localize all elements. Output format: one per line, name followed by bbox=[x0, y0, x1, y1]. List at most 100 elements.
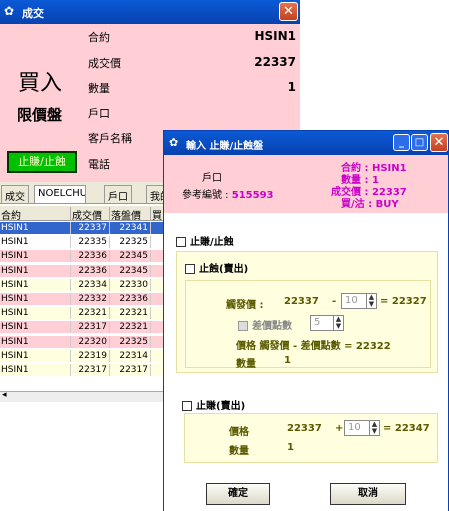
cell-order-price: 22317 bbox=[111, 364, 151, 376]
cell-contract: HSIN1 bbox=[1, 321, 71, 334]
cell-price: 22319 bbox=[72, 349, 110, 362]
stop-loss-offset-value: 10 bbox=[345, 295, 358, 306]
cell-contract: HSIN1 bbox=[1, 293, 71, 305]
confirm-button[interactable]: 確定 bbox=[206, 483, 270, 505]
trade-window-titlebar[interactable]: ✿ 成交 ✕ bbox=[0, 0, 300, 24]
ref-label-text: 參考編號 : bbox=[182, 190, 229, 201]
phone-label: 電話 bbox=[88, 158, 110, 171]
cell-order-price: 22321 bbox=[111, 307, 151, 320]
cell-contract: HSIN1 bbox=[1, 222, 71, 234]
tp-price-value: 22337 bbox=[287, 423, 322, 434]
stop-loss-check-label: 止蝕(賣出) bbox=[199, 264, 249, 275]
ref-label: 參考編號 : 515593 bbox=[182, 186, 274, 201]
tab-trades[interactable]: 成交 bbox=[1, 185, 29, 203]
order-type-label: 限價盤 bbox=[17, 106, 63, 124]
stop-order-dialog: ✿ 輸入 止賺/止蝕盤 _ □ ✕ 戶口 參考編號 : 515593 合約 : … bbox=[163, 130, 449, 511]
take-profit-checkbox[interactable] bbox=[182, 401, 192, 411]
tab-account[interactable]: 戶口 bbox=[104, 185, 132, 203]
cell-contract: HSIN1 bbox=[1, 278, 71, 291]
account-label: 戶口 bbox=[88, 107, 110, 120]
col-order-price[interactable]: 落盤價 bbox=[111, 207, 151, 222]
take-profit-panel: 價格 22337 + 10 ▲ ▼ = 22347 數量 1 bbox=[184, 413, 438, 463]
cell-price: 22337 bbox=[72, 222, 110, 234]
summary-qty: 數量 : 1 bbox=[341, 175, 379, 186]
tp-spin-arrows-icon[interactable]: ▲ ▼ bbox=[369, 421, 379, 435]
take-profit-check-label: 止賺(賣出) bbox=[196, 401, 246, 412]
cell-price: 22332 bbox=[72, 293, 110, 305]
stop-loss-offset-spinner[interactable]: 10 ▲ ▼ bbox=[341, 293, 377, 309]
cell-price: 22335 bbox=[72, 236, 110, 249]
cell-order-price: 22345 bbox=[111, 250, 151, 263]
cell-order-price: 22345 bbox=[111, 264, 151, 277]
cell-price: 22320 bbox=[72, 335, 110, 348]
maximize-button[interactable]: □ bbox=[411, 134, 428, 151]
dialog-body: 止賺/止蝕 止蝕(賣出) 觸發價 : 22337 - 10 ▲ ▼ = 22327… bbox=[164, 213, 448, 511]
diff-check-label: 差價點數 bbox=[252, 321, 292, 332]
summary-price: 成交價 : 22337 bbox=[331, 187, 407, 198]
cell-contract: HSIN1 bbox=[1, 349, 71, 362]
col-contract[interactable]: 合約 bbox=[1, 207, 71, 222]
take-profit-result: = 22347 bbox=[383, 423, 430, 434]
cell-order-price: 22325 bbox=[111, 335, 151, 348]
cell-order-price: 22321 bbox=[111, 321, 151, 334]
dialog-title: 輸入 止賺/止蝕盤 bbox=[186, 141, 264, 152]
dialog-close-button[interactable]: ✕ bbox=[430, 133, 448, 152]
minimize-button[interactable]: _ bbox=[393, 134, 410, 151]
stop-loss-checkbox[interactable] bbox=[185, 264, 195, 274]
diff-checkbox[interactable] bbox=[238, 321, 248, 331]
stop-loss-qty-value: 1 bbox=[284, 355, 291, 366]
price-label: 成交價 bbox=[88, 57, 121, 70]
col-price[interactable]: 成交價 bbox=[72, 207, 110, 222]
cell-contract: HSIN1 bbox=[1, 364, 71, 376]
minus-sign: - bbox=[332, 296, 337, 307]
cell-contract: HSIN1 bbox=[1, 250, 71, 263]
cell-order-price: 22336 bbox=[111, 293, 151, 305]
stop-loss-formula: 價格 觸發價 - 差價點數 = 22322 bbox=[236, 341, 391, 352]
summary-side: 買/沽 : BUY bbox=[341, 199, 399, 210]
scroll-left-icon[interactable]: ◂ bbox=[2, 390, 7, 400]
app-icon: ✿ bbox=[4, 4, 15, 18]
cell-contract: HSIN1 bbox=[1, 335, 71, 348]
order-summary: 合約 : HSIN1 數量 : 1 成交價 : 22337 買/沽 : BUY bbox=[331, 163, 441, 211]
diff-spinner[interactable]: 5 ▲ ▼ bbox=[310, 315, 344, 331]
summary-contract: 合約 : HSIN1 bbox=[341, 163, 407, 174]
stop-loss-result: = 22327 bbox=[380, 296, 427, 307]
tp-qty-label: 數量 bbox=[229, 446, 249, 457]
cell-contract: HSIN1 bbox=[1, 236, 71, 249]
cell-price: 22334 bbox=[72, 278, 110, 291]
stop-loss-panel: 止蝕(賣出) 觸發價 : 22337 - 10 ▲ ▼ = 22327 差價點數 … bbox=[176, 251, 438, 373]
cell-price: 22317 bbox=[72, 364, 110, 376]
stop-profit-loss-button[interactable]: 止賺/止蝕 bbox=[7, 151, 77, 173]
take-profit-offset-spinner[interactable]: 10 ▲ ▼ bbox=[344, 420, 380, 436]
contract-value: HSIN1 bbox=[254, 29, 296, 43]
dialog-account-label: 戶口 bbox=[202, 173, 222, 184]
dialog-app-icon: ✿ bbox=[169, 136, 179, 149]
master-check-row[interactable]: 止賺/止蝕 bbox=[176, 233, 234, 248]
diff-check-row[interactable]: 差價點數 bbox=[238, 317, 292, 332]
qty-label: 數量 bbox=[88, 82, 110, 95]
cell-order-price: 22341 bbox=[111, 222, 151, 234]
dialog-info-panel: 戶口 參考編號 : 515593 合約 : HSIN1 數量 : 1 成交價 :… bbox=[164, 155, 448, 213]
cell-contract: HSIN1 bbox=[1, 264, 71, 277]
cell-price: 22321 bbox=[72, 307, 110, 320]
close-button[interactable]: ✕ bbox=[279, 2, 298, 21]
side-label: 買入 bbox=[18, 71, 63, 96]
contract-label: 合約 bbox=[88, 31, 110, 44]
trigger-label: 觸發價 : bbox=[226, 300, 264, 311]
diff-spin-arrows-icon[interactable]: ▲ ▼ bbox=[333, 316, 343, 330]
master-check-label: 止賺/止蝕 bbox=[190, 237, 234, 248]
cell-order-price: 22314 bbox=[111, 349, 151, 362]
dialog-titlebar[interactable]: ✿ 輸入 止賺/止蝕盤 _ □ ✕ bbox=[164, 131, 448, 155]
take-profit-check-row[interactable]: 止賺(賣出) bbox=[182, 397, 245, 412]
horizontal-scrollbar[interactable]: ◂ bbox=[0, 390, 168, 402]
cancel-button[interactable]: 取消 bbox=[330, 483, 406, 505]
ref-value: 515593 bbox=[231, 190, 274, 201]
take-profit-offset-value: 10 bbox=[348, 422, 361, 433]
stop-loss-check-row[interactable]: 止蝕(賣出) bbox=[185, 260, 248, 275]
cell-price: 22336 bbox=[72, 264, 110, 277]
spin-arrows-icon[interactable]: ▲ ▼ bbox=[366, 294, 376, 308]
cell-price: 22317 bbox=[72, 321, 110, 334]
master-checkbox[interactable] bbox=[176, 237, 186, 247]
tp-price-label: 價格 bbox=[229, 427, 249, 438]
tab-noelchu[interactable]: NOELCHU bbox=[34, 185, 86, 203]
